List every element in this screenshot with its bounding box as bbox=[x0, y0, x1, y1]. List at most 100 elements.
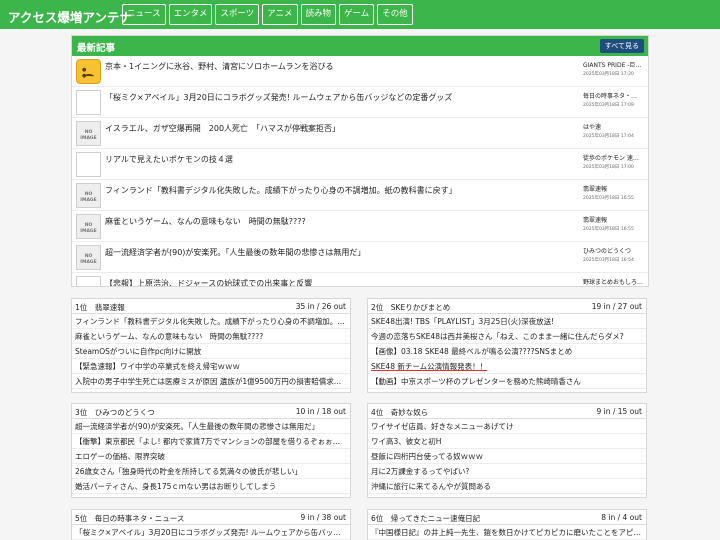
article-row[interactable]: NO IMAGE フィンランド「教科書デジタル化失敗した。成績下がったり心身の不調増… bbox=[72, 180, 648, 211]
ranking-item[interactable]: 【動画】中京スポーツ杯のプレゼンターを務めた熊崎晴香さん bbox=[368, 374, 646, 389]
ranking-site-name[interactable]: 5位 毎日の時事ネタ・ニュース bbox=[75, 513, 184, 524]
article-thumbnail[interactable] bbox=[76, 90, 101, 115]
article-meta: 翡翠速報 2025年03月18日 16:55 bbox=[583, 184, 645, 201]
article-title[interactable]: 京本・1イニングに氷谷、野村、清宮にソロホームランを浴びる bbox=[105, 61, 610, 72]
article-row[interactable]: NO IMAGE イスラエル、ガザ空爆再開 200人死亡 「ハマスが停戦案拒否」 はや… bbox=[72, 118, 648, 149]
nav-item[interactable]: エンタメ bbox=[168, 4, 213, 25]
nav-item[interactable]: スポーツ bbox=[215, 4, 260, 25]
ranking-item[interactable]: ワイサイゼ店員、好きなメニューあげてけ bbox=[368, 419, 646, 434]
article-source[interactable]: 野球まとめおもしろ… bbox=[583, 277, 645, 286]
article-title[interactable]: 【悲報】上原浩治、ドジャースの始球式での出来事と反響 bbox=[105, 278, 610, 286]
article-row[interactable]: NO IMAGE 麻雀というゲーム、なんの意味もない 時間の無駄???? 翡翠速報 20… bbox=[72, 211, 648, 242]
ranking-box: 1位 翡翠速報 35 in / 26 out フィンランド「教科書デジタル化失敗した… bbox=[71, 298, 351, 393]
ranking-site-name[interactable]: 3位 ひみつのどうくつ bbox=[75, 407, 155, 418]
ranking-item[interactable]: 超一流経済学者が(90)が安楽死。「人生最後の数年間の悲惨さは無用だ」 bbox=[72, 419, 350, 434]
ranking-site-name[interactable]: 6位 帰ってきたニュー速俺日記 bbox=[371, 513, 480, 524]
ranking-item[interactable]: エロゲーの価格、限界突破 bbox=[72, 449, 350, 464]
article-row[interactable]: ● ● 京本・1イニングに氷谷、野村、清宮にソロホームランを浴びる GIANTS P… bbox=[72, 56, 648, 87]
article-timestamp: 2025年03月18日 17:20 bbox=[583, 72, 634, 77]
top-bar: アクセス爆増アンテナ ニュース エンタメ スポーツ アニメ 読み物 ゲーム その他 bbox=[0, 0, 720, 29]
ranking-item[interactable]: ワイ高3、彼女と初H bbox=[368, 434, 646, 449]
nav-item[interactable]: ゲーム bbox=[339, 4, 375, 25]
article-row[interactable]: NO IMAGE 超一流経済学者が(90)が安楽死。「人生最後の数年間の悲惨さは無用… bbox=[72, 242, 648, 273]
ranking-item[interactable]: 「桜ミク×アベイル」3月20日にコラボグッズ発売! ルームウェアから缶バッジなど… bbox=[72, 525, 350, 540]
article-source[interactable]: 翡翠速報 bbox=[583, 184, 645, 193]
nav-item[interactable]: ニュース bbox=[122, 4, 166, 25]
article-meta: はや速 2025年03月18日 17:04 bbox=[583, 122, 645, 139]
article-meta: ひみつのどうくつ 2025年03月18日 16:54 bbox=[583, 246, 645, 263]
ranking-header: 4位 奇妙な奴ら 9 in / 15 out bbox=[368, 404, 646, 419]
ranking-box: 6位 帰ってきたニュー速俺日記 8 in / 4 out 『中国様日記』の井上純一先… bbox=[367, 509, 647, 540]
ranking-in-out-count: 9 in / 38 out bbox=[300, 513, 347, 522]
article-title[interactable]: フィンランド「教科書デジタル化失敗した。成績下がったり心身の不調増加。紙の教科書… bbox=[105, 185, 610, 196]
ranking-box: 5位 毎日の時事ネタ・ニュース 9 in / 38 out 「桜ミク×アベイル」3月… bbox=[71, 509, 351, 540]
article-meta: GIANTS PRIDE -巨… 2025年03月18日 17:20 bbox=[583, 60, 645, 77]
no-image-thumbnail[interactable]: NO IMAGE bbox=[76, 214, 101, 239]
nav-item[interactable]: 読み物 bbox=[300, 4, 337, 25]
ranking-item[interactable]: 麻雀というゲーム、なんの意味もない 時間の無駄???? bbox=[72, 329, 350, 344]
ranking-item[interactable]: SteamOSがついに自作pc向けに開放 bbox=[72, 344, 350, 359]
article-source[interactable]: GIANTS PRIDE -巨… bbox=[583, 60, 645, 69]
ranking-header: 3位 ひみつのどうくつ 10 in / 18 out bbox=[72, 404, 350, 419]
article-timestamp: 2025年03月18日 17:04 bbox=[583, 134, 634, 139]
no-image-thumbnail[interactable]: NO IMAGE bbox=[76, 121, 101, 146]
article-title[interactable]: 「桜ミク×アベイル」3月20日にコラボグッズ発売! ルームウェアから缶バッジなど… bbox=[105, 92, 610, 103]
ranking-item[interactable]: 今週の恋落ちSKE48は西井美桜さん「ねえ、このまま一緒に住んだらダメ? bbox=[368, 329, 646, 344]
article-timestamp: 2025年03月18日 16:55 bbox=[583, 196, 634, 201]
ranking-item[interactable]: 【緊急速報】ワイ中学の卒業式を終え帰宅ｗｗｗ bbox=[72, 359, 350, 374]
ranking-item[interactable]: 入院中の男子中学生死亡は医療ミスが原因 遺族が1億9500万円の損害賠償求め島田… bbox=[72, 374, 350, 389]
ranking-item[interactable]: 26歳女さん「独身時代の貯金を所持してる気満々の彼氏が悲しい」 bbox=[72, 464, 350, 479]
article-title[interactable]: 超一流経済学者が(90)が安楽死。「人生最後の数年間の悲惨さは無用だ」 bbox=[105, 247, 610, 258]
article-source[interactable]: 徒歩のポケモン 速… bbox=[583, 153, 645, 162]
article-thumbnail[interactable] bbox=[76, 276, 101, 286]
ranking-in-out-count: 35 in / 26 out bbox=[295, 302, 346, 311]
ranking-box: 4位 奇妙な奴ら 9 in / 15 out ワイサイゼ店員、好きなメニューあげてけ… bbox=[367, 403, 647, 498]
category-nav: ニュース エンタメ スポーツ アニメ 読み物 ゲーム その他 bbox=[122, 4, 413, 25]
ranking-item[interactable]: 【画像】03.18 SKE48 最終ベルが鳴る公演????SNSまとめ bbox=[368, 344, 646, 359]
article-source[interactable]: はや速 bbox=[583, 122, 645, 131]
ranking-header: 6位 帰ってきたニュー速俺日記 8 in / 4 out bbox=[368, 510, 646, 525]
face-mouth-icon bbox=[84, 74, 94, 79]
ranking-header: 1位 翡翠速報 35 in / 26 out bbox=[72, 299, 350, 314]
article-row[interactable]: 【悲報】上原浩治、ドジャースの始球式での出来事と反響野球まとめおもしろ…2025… bbox=[72, 273, 648, 286]
nav-item[interactable]: その他 bbox=[377, 4, 413, 25]
ranking-site-name[interactable]: 1位 翡翠速報 bbox=[75, 302, 125, 313]
article-timestamp: 2025年03月18日 16:55 bbox=[583, 227, 634, 232]
latest-articles-panel: 最新記事 すべて見る ● ● 京本・1イニングに氷谷、野村、清宮にソロホームランを… bbox=[71, 35, 649, 287]
article-thumbnail[interactable] bbox=[76, 152, 101, 177]
article-meta: 徒歩のポケモン 速… 2025年03月18日 17:00 bbox=[583, 153, 645, 170]
no-image-thumbnail[interactable]: NO IMAGE bbox=[76, 245, 101, 270]
article-source[interactable]: 翡翠速報 bbox=[583, 215, 645, 224]
ranking-item[interactable]: SKE48出演! TBS「PLAYLIST」3月25日(火)深夜放送! bbox=[368, 314, 646, 329]
ranking-item[interactable]: 昼飯に四桁円台使ってる奴ｗｗｗ bbox=[368, 449, 646, 464]
ranking-item[interactable]: 【衝撃】東京都民「よし! 都内で家賃7万でマンションの部屋を借りるぞぉぉお!!」… bbox=[72, 434, 350, 449]
article-meta: 毎日の時事ネタ・… 2025年03月18日 17:09 bbox=[583, 91, 645, 108]
ranking-item[interactable]: 月に2万課金するってやばい? bbox=[368, 464, 646, 479]
article-source[interactable]: 毎日の時事ネタ・… bbox=[583, 91, 645, 100]
article-timestamp: 2025年03月18日 17:09 bbox=[583, 103, 634, 108]
site-title[interactable]: アクセス爆増アンテナ bbox=[8, 7, 132, 26]
ranking-item[interactable]: SKE48 新チーム公演情報発表！！ bbox=[368, 359, 646, 374]
article-row[interactable]: リアルで見えたいポケモンの技４選 徒歩のポケモン 速… 2025年03月18日 17… bbox=[72, 149, 648, 180]
ranking-item[interactable]: 『中国様日記』の井上純一先生、鎧を数日かけてピカピカに磨いたことをアピールする bbox=[368, 525, 646, 540]
nav-item[interactable]: アニメ bbox=[262, 4, 298, 25]
ranking-item[interactable]: 沖縄に旅行に来てるんやが質問ある bbox=[368, 479, 646, 494]
article-title[interactable]: リアルで見えたいポケモンの技４選 bbox=[105, 154, 610, 165]
angry-face-thumbnail[interactable]: ● ● bbox=[76, 59, 101, 84]
no-image-thumbnail[interactable]: NO IMAGE bbox=[76, 183, 101, 208]
ranking-in-out-count: 9 in / 15 out bbox=[596, 407, 643, 416]
ranking-site-name[interactable]: 2位 SKEりかびまとめ bbox=[371, 302, 450, 313]
ranking-box: 3位 ひみつのどうくつ 10 in / 18 out 超一流経済学者が(90)が安楽… bbox=[71, 403, 351, 498]
ranking-site-name[interactable]: 4位 奇妙な奴ら bbox=[371, 407, 428, 418]
article-title[interactable]: イスラエル、ガザ空爆再開 200人死亡 「ハマスが停戦案拒否」 bbox=[105, 123, 610, 134]
ranking-item[interactable]: 婚活パーティさん、身長175ｃｍない男はお断りしてしまう bbox=[72, 479, 350, 494]
ranking-header: 2位 SKEりかびまとめ 19 in / 27 out bbox=[368, 299, 646, 314]
article-source[interactable]: ひみつのどうくつ bbox=[583, 246, 645, 255]
ranking-in-out-count: 8 in / 4 out bbox=[601, 513, 642, 522]
see-all-button[interactable]: すべて見る bbox=[599, 39, 644, 53]
ranking-in-out-count: 19 in / 27 out bbox=[591, 302, 642, 311]
ranking-item[interactable]: フィンランド「教科書デジタル化失敗した。成績下がったり心身の不調増加。紙の教科書… bbox=[72, 314, 350, 329]
ranking-box: 2位 SKEりかびまとめ 19 in / 27 out SKE48出演! TBS「P… bbox=[367, 298, 647, 393]
article-row[interactable]: 「桜ミク×アベイル」3月20日にコラボグッズ発売! ルームウェアから缶バッジなど… bbox=[72, 87, 648, 118]
article-title[interactable]: 麻雀というゲーム、なんの意味もない 時間の無駄???? bbox=[105, 216, 610, 227]
